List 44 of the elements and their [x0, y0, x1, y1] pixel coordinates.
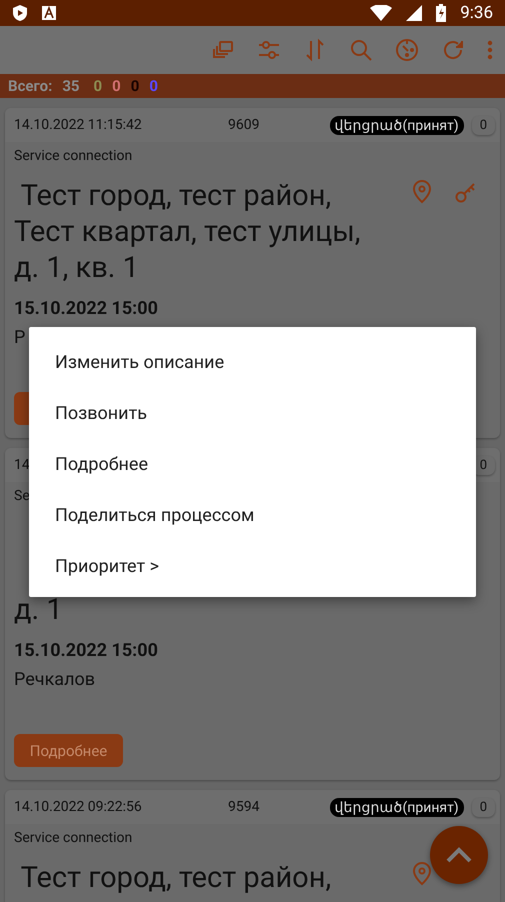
address-text: Тест город, тест район, [20, 860, 332, 896]
status-count: 0 [94, 77, 102, 95]
location-pin-icon[interactable] [412, 180, 432, 204]
comment-count: 0 [472, 116, 495, 134]
shield-icon [12, 4, 28, 22]
signal-icon [406, 5, 422, 21]
task-number: 9594 [228, 799, 260, 815]
timer-icon[interactable] [395, 38, 419, 62]
address-text: Тест город, тест район, Тест квартал, тест улицы, д. 1, кв. 1 [14, 178, 361, 286]
status-count: 0 [130, 77, 140, 95]
status-count: 0 [112, 77, 121, 95]
address-text: д. 1 [14, 592, 63, 628]
more-menu-icon[interactable] [487, 40, 493, 60]
due-date: 15.10.2022 15:00 [14, 640, 159, 661]
refresh-icon[interactable] [441, 38, 465, 62]
font-icon [42, 6, 56, 20]
service-type: Service connection [14, 148, 132, 164]
service-type: Service connection [14, 830, 132, 846]
total-label: Всего: [8, 77, 52, 95]
comment-count: 0 [472, 798, 495, 816]
status-count: 0 [149, 77, 158, 95]
task-number: 9609 [228, 117, 260, 133]
status-badge: վերցրած(принят) [330, 798, 464, 816]
created-time: 14 [14, 457, 30, 473]
chevron-up-icon [446, 847, 472, 863]
due-date: 15.10.2022 15:00 [14, 298, 159, 319]
assignee-name: Речкалов [14, 669, 96, 690]
battery-icon [436, 4, 446, 22]
created-time: 14.10.2022 11:15:42 [14, 117, 142, 133]
menu-item[interactable]: Позвонить [29, 388, 476, 439]
menu-item[interactable]: Изменить описание [29, 337, 476, 388]
created-time: 14.10.2022 09:22:56 [14, 799, 142, 815]
service-type: Se [14, 488, 30, 504]
total-count: 35 [62, 77, 80, 95]
status-time: 9:36 [460, 3, 493, 23]
sliders-icon[interactable] [257, 38, 281, 62]
wifi-icon [370, 5, 392, 21]
location-pin-icon[interactable] [412, 862, 432, 886]
assignee-name: Р [14, 327, 26, 348]
task-card[interactable]: 14.10.2022 09:22:56 9594 վերցրած(принят) 0 Service connection Тест город, тест район, [5, 790, 500, 902]
status-badge: վերցրած(принят) [330, 116, 464, 134]
search-icon[interactable] [349, 38, 373, 62]
menu-item[interactable]: Поделиться процессом [29, 490, 476, 541]
menu-item[interactable]: Приоритет > [29, 541, 476, 592]
